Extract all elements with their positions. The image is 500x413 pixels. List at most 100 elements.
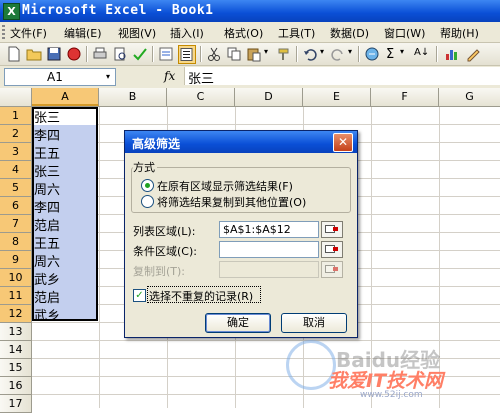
row-header[interactable]: 3 <box>0 143 32 161</box>
cell-a7[interactable]: 范启 <box>34 215 60 234</box>
column-header-g[interactable]: G <box>439 88 500 106</box>
advanced-filter-icon[interactable] <box>178 45 196 64</box>
standard-toolbar: ▾ ▾ ▾ Σ ▾ A↓ <box>0 43 500 66</box>
column-header-a[interactable]: A <box>32 88 99 106</box>
radio-copy-to-location[interactable] <box>141 195 154 208</box>
column-header-c[interactable]: C <box>167 88 235 106</box>
redo-dropdown-icon[interactable]: ▾ <box>348 47 352 56</box>
dialog-close-button[interactable]: ✕ <box>333 133 353 152</box>
criteria-range-label: 条件区域(C): <box>133 245 197 258</box>
hyperlink-icon[interactable] <box>364 46 380 62</box>
research-icon[interactable] <box>158 46 174 62</box>
row-header[interactable]: 2 <box>0 125 32 143</box>
row-header[interactable]: 8 <box>0 233 32 251</box>
redo-icon[interactable] <box>330 46 346 62</box>
row-header[interactable]: 6 <box>0 197 32 215</box>
row-header[interactable]: 13 <box>0 323 32 341</box>
criteria-range-collapse-icon[interactable] <box>321 241 343 258</box>
menu-help[interactable]: 帮助(H) <box>440 25 479 41</box>
copy-icon[interactable] <box>226 46 242 62</box>
formula-input[interactable]: 张三 <box>184 67 500 87</box>
row-header[interactable]: 7 <box>0 215 32 233</box>
ok-button[interactable]: 确定 <box>205 313 271 333</box>
cell-a1[interactable]: 张三 <box>34 107 60 126</box>
cell-a2[interactable]: 李四 <box>34 125 60 144</box>
sort-ascending-icon[interactable]: A↓ <box>414 47 429 58</box>
row-header[interactable]: 17 <box>0 395 32 413</box>
print-preview-icon[interactable] <box>112 46 128 62</box>
menu-file[interactable]: 文件(F) <box>10 25 47 41</box>
cell-a10[interactable]: 武乡 <box>34 269 60 288</box>
list-range-input[interactable]: $A$1:$A$12 <box>219 221 319 238</box>
row-header[interactable]: 1 <box>0 107 32 125</box>
select-all-corner[interactable] <box>0 88 32 106</box>
undo-dropdown-icon[interactable]: ▾ <box>320 47 324 56</box>
menu-tools[interactable]: 工具(T) <box>278 25 315 41</box>
chart-wizard-icon[interactable] <box>444 46 460 62</box>
menu-grip-icon <box>2 25 5 39</box>
cell-a6[interactable]: 李四 <box>34 197 60 216</box>
radio-copy-to-location-label[interactable]: 将筛选结果复制到其他位置(O) <box>157 194 306 210</box>
row-header[interactable]: 9 <box>0 251 32 269</box>
menu-window[interactable]: 窗口(W) <box>384 25 425 41</box>
spelling-icon[interactable] <box>132 46 148 62</box>
column-header-b[interactable]: B <box>99 88 167 106</box>
criteria-range-input[interactable] <box>219 241 319 258</box>
cell-a9[interactable]: 周六 <box>34 251 60 270</box>
advanced-filter-dialog: 高级筛选 ✕ 方式 在原有区域显示筛选结果(F) 将筛选结果复制到其他位置(O)… <box>124 130 358 338</box>
radio-filter-in-place[interactable] <box>141 179 154 192</box>
name-box-value: A1 <box>47 70 63 84</box>
cell-a4[interactable]: 张三 <box>34 161 60 180</box>
list-range-label: 列表区域(L): <box>133 225 196 238</box>
list-range-collapse-icon[interactable] <box>321 221 343 238</box>
menu-view[interactable]: 视图(V) <box>118 25 156 41</box>
drawing-icon[interactable] <box>466 46 482 62</box>
row-header[interactable]: 15 <box>0 359 32 377</box>
row-header[interactable]: 16 <box>0 377 32 395</box>
row-header[interactable]: 4 <box>0 161 32 179</box>
unique-records-label[interactable]: 选择不重复的记录(R) <box>149 288 253 304</box>
row-header[interactable]: 5 <box>0 179 32 197</box>
permission-icon[interactable] <box>66 46 82 62</box>
cell-a8[interactable]: 王五 <box>34 233 60 252</box>
row-header[interactable]: 11 <box>0 287 32 305</box>
cell-a12[interactable]: 武乡 <box>34 305 60 324</box>
cell-a5[interactable]: 周六 <box>34 179 60 198</box>
row-header[interactable]: 10 <box>0 269 32 287</box>
open-icon[interactable] <box>26 46 42 62</box>
paste-dropdown-icon[interactable]: ▾ <box>264 47 268 56</box>
autosum-icon[interactable]: Σ <box>386 47 394 62</box>
new-icon[interactable] <box>6 46 22 62</box>
undo-icon[interactable] <box>302 46 318 62</box>
row-header[interactable]: 14 <box>0 341 32 359</box>
cancel-button[interactable]: 取消 <box>281 313 347 333</box>
row-header[interactable]: 12 <box>0 305 32 323</box>
save-icon[interactable] <box>46 46 62 62</box>
dialog-title-bar[interactable]: 高级筛选 ✕ <box>125 131 357 153</box>
row-headers: 1 2 3 4 5 6 7 8 9 10 11 12 13 14 15 16 1… <box>0 107 32 413</box>
menu-bar: 文件(F) 编辑(E) 视图(V) 插入(I) 格式(O) 工具(T) 数据(D… <box>0 22 500 43</box>
cell-a3[interactable]: 王五 <box>34 143 60 162</box>
print-icon[interactable] <box>92 46 108 62</box>
format-painter-icon[interactable] <box>276 46 292 62</box>
name-box-dropdown-icon[interactable]: ▾ <box>101 69 115 85</box>
menu-data[interactable]: 数据(D) <box>330 25 369 41</box>
menu-edit[interactable]: 编辑(E) <box>64 25 102 41</box>
menu-format[interactable]: 格式(O) <box>224 25 263 41</box>
autosum-dropdown-icon[interactable]: ▾ <box>400 47 404 56</box>
column-header-d[interactable]: D <box>235 88 303 106</box>
menu-insert[interactable]: 插入(I) <box>170 25 204 41</box>
name-box[interactable]: A1 ▾ <box>4 68 116 86</box>
column-header-e[interactable]: E <box>303 88 371 106</box>
copy-to-label: 复制到(T): <box>133 265 186 278</box>
formula-bar: A1 ▾ fx 张三 <box>0 66 500 89</box>
radio-filter-in-place-label[interactable]: 在原有区域显示筛选结果(F) <box>157 178 293 194</box>
insert-function-icon[interactable]: fx <box>164 69 175 83</box>
column-headers: A B C D E F G <box>0 88 500 107</box>
cell-a11[interactable]: 范启 <box>34 287 60 306</box>
unique-records-checkbox[interactable]: ✓ <box>133 289 146 302</box>
paste-icon[interactable] <box>246 46 262 62</box>
method-group-label: 方式 <box>133 159 157 175</box>
cut-icon[interactable] <box>206 46 222 62</box>
column-header-f[interactable]: F <box>371 88 439 106</box>
